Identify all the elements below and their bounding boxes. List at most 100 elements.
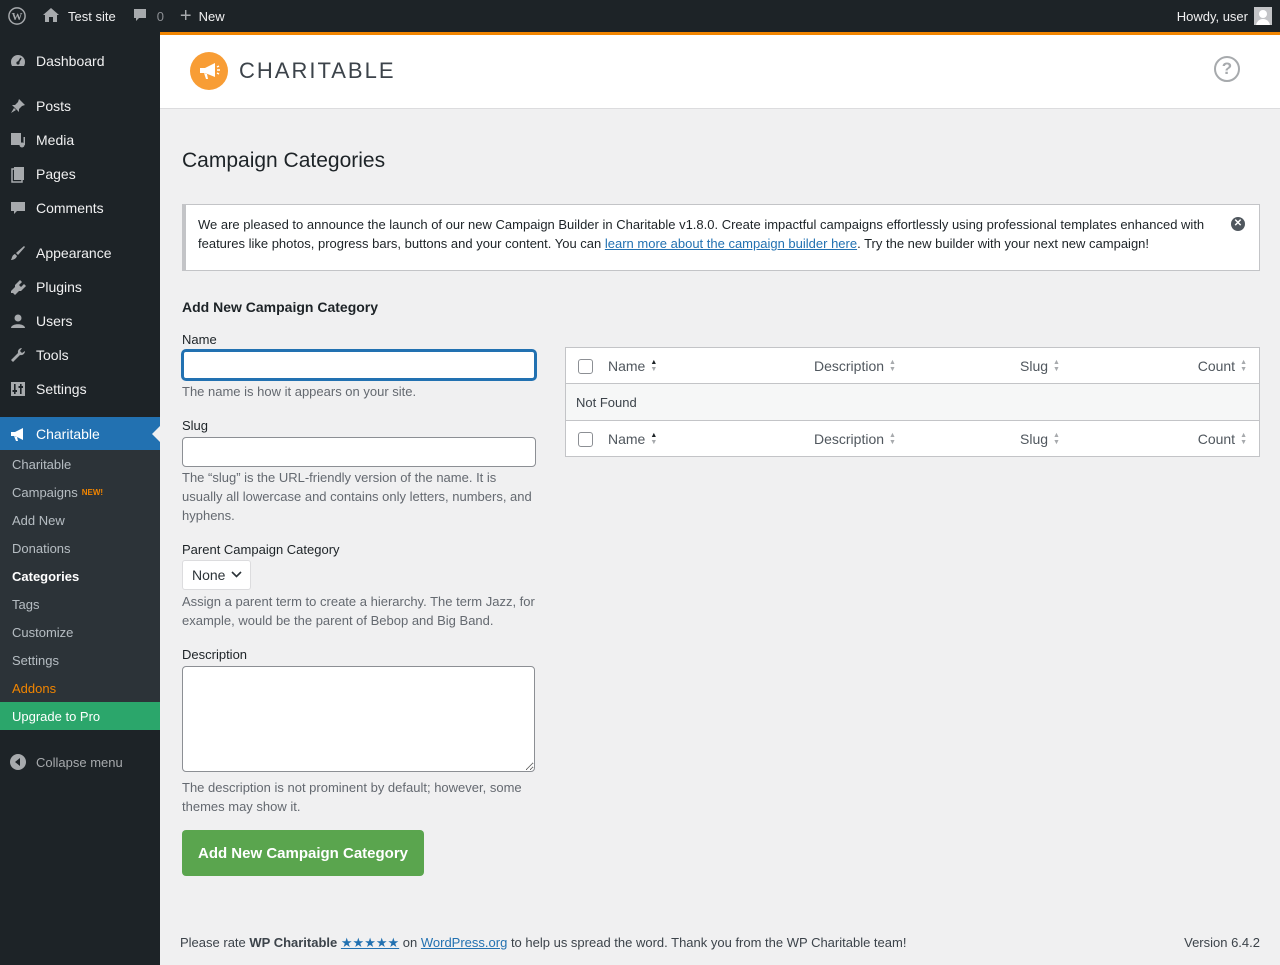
brush-icon bbox=[0, 244, 36, 262]
submenu-label: Categories bbox=[12, 568, 80, 584]
wordpress-logo-icon[interactable]: W bbox=[0, 0, 34, 32]
submenu-label: Donations bbox=[12, 540, 71, 556]
rating-stars-link[interactable]: ★★★★★ bbox=[341, 935, 399, 950]
sidebar-item-pages[interactable]: Pages bbox=[0, 157, 160, 191]
version-text: Version 6.4.2 bbox=[1184, 935, 1260, 950]
table-row-empty: Not Found bbox=[566, 384, 1259, 420]
submenu-item-categories[interactable]: Categories bbox=[0, 562, 160, 590]
description-textarea[interactable] bbox=[182, 666, 535, 772]
notice-dismiss-close-icon[interactable]: ✕ bbox=[1231, 217, 1245, 231]
sidebar-item-label: Media bbox=[36, 132, 75, 148]
not-found-text: Not Found bbox=[576, 394, 637, 410]
avatar bbox=[1254, 7, 1272, 25]
admin-sidebar: Dashboard Posts Media Pages Comments App… bbox=[0, 32, 160, 965]
column-description-header[interactable]: Description ▲ ▼ bbox=[814, 348, 896, 384]
help-icon[interactable]: ? bbox=[1214, 56, 1240, 82]
submenu-label: Upgrade to Pro bbox=[12, 708, 101, 724]
site-name-link[interactable]: Test site bbox=[34, 0, 124, 32]
submenu-item-customize[interactable]: Customize bbox=[0, 618, 160, 646]
submenu-item-campaigns[interactable]: Campaigns NEW! bbox=[0, 478, 160, 506]
user-icon bbox=[0, 312, 36, 330]
column-label: Name bbox=[608, 431, 646, 447]
column-count-footer[interactable]: Count ▲ ▼ bbox=[1198, 421, 1247, 457]
comments-link[interactable]: 0 bbox=[124, 0, 172, 32]
site-name: Test site bbox=[68, 8, 116, 24]
parent-category-description: Assign a parent term to create a hierarc… bbox=[182, 594, 535, 628]
submenu-item-settings[interactable]: Settings bbox=[0, 646, 160, 674]
sidebar-item-appearance[interactable]: Appearance bbox=[0, 236, 160, 270]
sort-arrows-icon: ▲ ▼ bbox=[889, 432, 896, 446]
submenu-item-donations[interactable]: Donations bbox=[0, 534, 160, 562]
plus-icon: + bbox=[179, 5, 192, 27]
submenu-label: Tags bbox=[12, 596, 40, 612]
sliders-icon bbox=[0, 380, 36, 398]
table-footer-row: Name ▲ ▼ Description ▲ ▼ Slug ▲ ▼ Count ▲ ▼ bbox=[566, 420, 1259, 456]
column-label: Count bbox=[1197, 431, 1236, 447]
description-label: Description bbox=[182, 647, 248, 662]
select-all-checkbox[interactable] bbox=[578, 359, 593, 374]
column-label: Slug bbox=[1020, 358, 1049, 374]
parent-category-select[interactable]: None bbox=[182, 560, 251, 590]
submenu-item-add-new[interactable]: Add New bbox=[0, 506, 160, 534]
slug-label: Slug bbox=[182, 418, 209, 433]
sidebar-item-plugins[interactable]: Plugins bbox=[0, 270, 160, 304]
sort-arrows-icon: ▲ ▼ bbox=[889, 359, 896, 373]
sidebar-item-comments[interactable]: Comments bbox=[0, 191, 160, 225]
select-all-checkbox-footer[interactable] bbox=[578, 432, 593, 447]
column-name-footer[interactable]: Name ▲ ▼ bbox=[608, 421, 657, 457]
footer-text-before: Please rate bbox=[180, 935, 250, 950]
notice-text-after: . Try the new builder with your next new… bbox=[857, 236, 1150, 251]
sidebar-item-settings[interactable]: Settings bbox=[0, 372, 160, 406]
column-description-footer[interactable]: Description ▲ ▼ bbox=[814, 421, 896, 457]
megaphone-icon bbox=[0, 425, 36, 443]
plugin-name: WP Charitable bbox=[249, 935, 338, 950]
new-content-link[interactable]: + New bbox=[172, 0, 233, 32]
column-slug-header[interactable]: Slug ▲ ▼ bbox=[1020, 348, 1060, 384]
my-account[interactable]: Howdy, user bbox=[1177, 0, 1280, 32]
comment-icon bbox=[0, 199, 36, 217]
comments-count: 0 bbox=[156, 8, 164, 24]
sidebar-item-label: Pages bbox=[36, 166, 76, 182]
charitable-megaphone-icon bbox=[190, 52, 228, 90]
column-slug-footer[interactable]: Slug ▲ ▼ bbox=[1020, 421, 1060, 457]
sidebar-item-charitable[interactable]: Charitable bbox=[0, 417, 160, 451]
column-count-header[interactable]: Count ▲ ▼ bbox=[1198, 348, 1247, 384]
categories-table: Name ▲ ▼ Description ▲ ▼ Slug ▲ ▼ Count ▲ ▼ … bbox=[565, 347, 1260, 457]
collapse-label: Collapse menu bbox=[36, 754, 123, 770]
add-category-form: Add New Campaign Category Name The name … bbox=[182, 299, 536, 876]
sidebar-item-media[interactable]: Media bbox=[0, 123, 160, 157]
column-name-header[interactable]: Name ▲ ▼ bbox=[608, 348, 657, 384]
column-label: Description bbox=[814, 358, 885, 374]
parent-category-label: Parent Campaign Category bbox=[182, 542, 340, 557]
submenu-item-tags[interactable]: Tags bbox=[0, 590, 160, 618]
slug-input[interactable] bbox=[182, 437, 536, 467]
submenu-label: Customize bbox=[12, 624, 74, 640]
sidebar-item-label: Settings bbox=[36, 381, 87, 397]
add-new-category-button[interactable]: Add New Campaign Category bbox=[182, 830, 424, 876]
parent-category-value: None bbox=[192, 567, 226, 583]
sidebar-item-users[interactable]: Users bbox=[0, 304, 160, 338]
collapse-menu-button[interactable]: Collapse menu bbox=[0, 745, 160, 779]
sidebar-item-label: Tools bbox=[36, 347, 69, 363]
sidebar-item-tools[interactable]: Tools bbox=[0, 338, 160, 372]
admin-bar: W Test site 0 + New Howdy, user bbox=[0, 0, 1280, 32]
campaign-builder-link[interactable]: learn more about the campaign builder he… bbox=[605, 236, 857, 251]
wordpress-org-link[interactable]: WordPress.org bbox=[421, 935, 507, 950]
form-heading: Add New Campaign Category bbox=[182, 299, 379, 315]
column-label: Name bbox=[608, 358, 646, 374]
submenu-label: Campaigns bbox=[12, 484, 78, 500]
submenu-item-charitable[interactable]: Charitable bbox=[0, 450, 160, 478]
name-input[interactable] bbox=[182, 350, 536, 380]
help-symbol: ? bbox=[1221, 59, 1233, 78]
column-label: Slug bbox=[1020, 431, 1049, 447]
pages-icon bbox=[0, 165, 36, 183]
sidebar-item-posts[interactable]: Posts bbox=[0, 89, 160, 123]
sidebar-item-dashboard[interactable]: Dashboard bbox=[0, 44, 160, 78]
sort-arrows-icon: ▲ ▼ bbox=[1240, 359, 1247, 373]
sort-arrows-icon: ▲ ▼ bbox=[1053, 359, 1060, 373]
sidebar-item-label: Plugins bbox=[36, 279, 82, 295]
footer-text-on: on bbox=[399, 935, 421, 950]
submenu-item-upgrade-to-pro[interactable]: Upgrade to Pro bbox=[0, 702, 160, 730]
submenu-item-addons[interactable]: Addons bbox=[0, 674, 160, 702]
name-description: The name is how it appears on your site. bbox=[182, 384, 417, 399]
